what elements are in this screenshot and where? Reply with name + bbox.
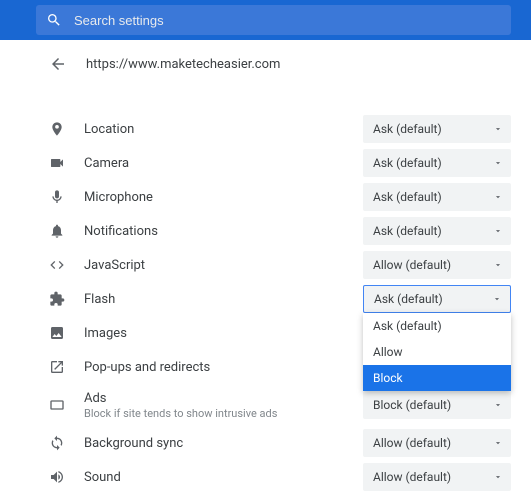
ads-label: Ads (84, 391, 345, 406)
javascript-select[interactable]: Allow (default) (363, 251, 511, 279)
flash-option-ask[interactable]: Ask (default) (363, 313, 511, 339)
flash-select[interactable]: Ask (default) (363, 285, 511, 313)
chevron-down-icon (493, 124, 503, 134)
microphone-label: Microphone (84, 190, 345, 205)
flash-dropdown: Ask (default) Allow Block (363, 313, 511, 391)
flash-label: Flash (84, 292, 345, 307)
camera-label: Camera (84, 156, 345, 171)
location-label: Location (84, 122, 345, 137)
location-select[interactable]: Ask (default) (363, 115, 511, 143)
bgsync-value: Allow (default) (373, 436, 451, 450)
notifications-label: Notifications (84, 224, 345, 239)
row-location: Location Ask (default) (48, 112, 511, 146)
site-settings-page: https://www.maketecheasier.com Location … (28, 40, 531, 494)
microphone-value: Ask (default) (373, 190, 442, 204)
sound-value: Allow (default) (373, 470, 451, 484)
location-value: Ask (default) (373, 122, 442, 136)
search-input[interactable] (74, 13, 501, 28)
microphone-select[interactable]: Ask (default) (363, 183, 511, 211)
javascript-value: Allow (default) (373, 258, 451, 272)
search-box[interactable] (36, 5, 511, 35)
sync-icon (48, 435, 66, 451)
ads-sublabel: Block if site tends to show intrusive ad… (84, 407, 345, 420)
chevron-down-icon (493, 158, 503, 168)
ads-select[interactable]: Block (default) (363, 391, 511, 419)
images-icon (48, 325, 66, 341)
popups-label: Pop-ups and redirects (84, 360, 345, 375)
row-notifications: Notifications Ask (default) (48, 214, 511, 248)
chevron-down-icon (493, 400, 503, 410)
ads-icon (48, 397, 66, 413)
flash-value: Ask (default) (374, 292, 443, 306)
camera-icon (48, 155, 66, 171)
top-bar (0, 0, 531, 40)
bgsync-select[interactable]: Allow (default) (363, 429, 511, 457)
camera-select[interactable]: Ask (default) (363, 149, 511, 177)
microphone-icon (48, 189, 66, 205)
chevron-down-icon (493, 438, 503, 448)
notifications-select[interactable]: Ask (default) (363, 217, 511, 245)
row-camera: Camera Ask (default) (48, 146, 511, 180)
flash-icon (48, 291, 66, 307)
page-header: https://www.maketecheasier.com (48, 40, 511, 88)
search-icon (46, 12, 62, 28)
site-url: https://www.maketecheasier.com (86, 57, 280, 72)
camera-value: Ask (default) (373, 156, 442, 170)
bgsync-label: Background sync (84, 436, 345, 451)
row-flash: Flash Ask (default) Ask (default) Allow … (48, 282, 511, 316)
flash-option-allow[interactable]: Allow (363, 339, 511, 365)
location-icon (48, 121, 66, 137)
row-bgsync: Background sync Allow (default) (48, 426, 511, 460)
ads-value: Block (default) (373, 398, 451, 412)
chevron-down-icon (492, 294, 502, 304)
notifications-value: Ask (default) (373, 224, 442, 238)
javascript-icon (48, 257, 66, 273)
flash-option-block[interactable]: Block (363, 365, 511, 391)
sound-icon (48, 469, 66, 485)
chevron-down-icon (493, 260, 503, 270)
sound-label: Sound (84, 470, 345, 485)
notifications-icon (48, 223, 66, 239)
row-javascript: JavaScript Allow (default) (48, 248, 511, 282)
chevron-down-icon (493, 472, 503, 482)
javascript-label: JavaScript (84, 258, 345, 273)
sound-select[interactable]: Allow (default) (363, 463, 511, 491)
back-button[interactable] (48, 54, 68, 74)
row-microphone: Microphone Ask (default) (48, 180, 511, 214)
chevron-down-icon (493, 192, 503, 202)
chevron-down-icon (493, 226, 503, 236)
popups-icon (48, 359, 66, 375)
row-sound: Sound Allow (default) (48, 460, 511, 494)
images-label: Images (84, 326, 345, 341)
